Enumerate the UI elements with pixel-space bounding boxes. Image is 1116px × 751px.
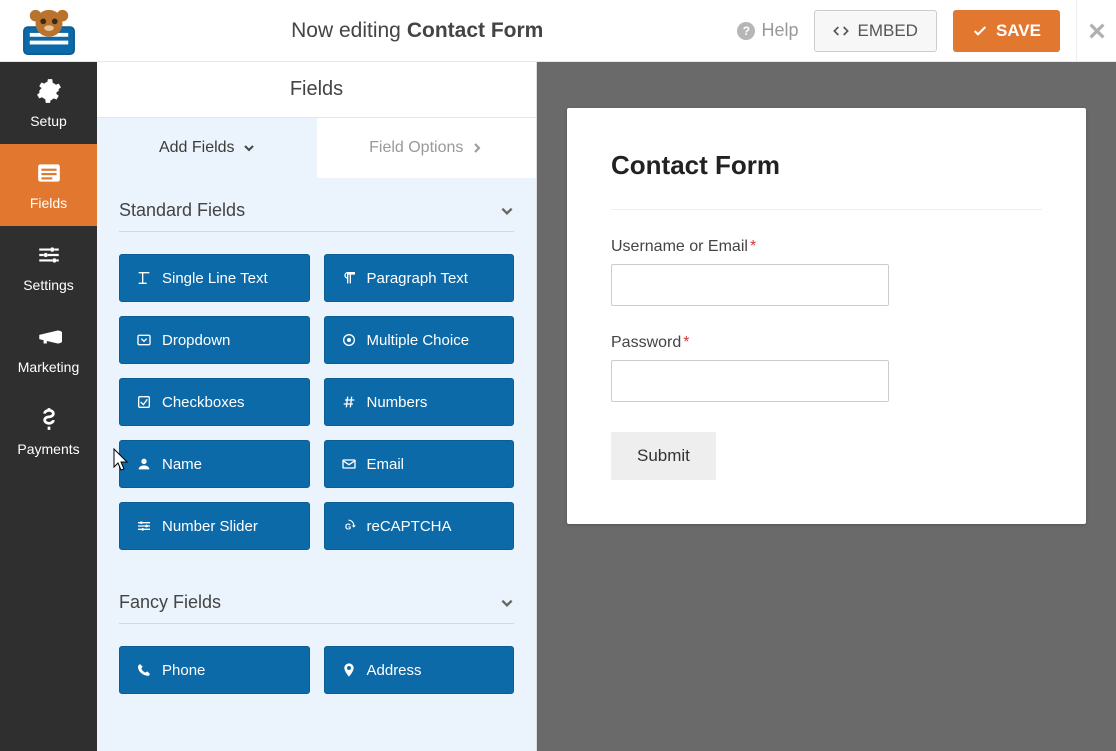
close-button[interactable] bbox=[1076, 0, 1116, 62]
form-field-password[interactable]: Password * bbox=[611, 334, 1042, 402]
field-label: Single Line Text bbox=[162, 270, 268, 287]
field-label: Checkboxes bbox=[162, 394, 245, 411]
field-label-row: Password * bbox=[611, 334, 1042, 352]
field-numbers[interactable]: Numbers bbox=[324, 378, 515, 426]
text-cursor-icon bbox=[136, 270, 152, 286]
field-label: Paragraph Text bbox=[367, 270, 468, 287]
tab-label: Field Options bbox=[369, 139, 463, 157]
field-dropdown[interactable]: Dropdown bbox=[119, 316, 310, 364]
field-label-text: Username or Email bbox=[611, 238, 748, 256]
sliders-h-icon bbox=[136, 518, 152, 534]
save-button[interactable]: SAVE bbox=[953, 10, 1060, 52]
sidebar-label: Setup bbox=[30, 113, 67, 129]
editing-title: Now editing Contact Form bbox=[97, 19, 737, 43]
close-icon bbox=[1086, 20, 1108, 42]
divider bbox=[611, 209, 1042, 210]
field-checkboxes[interactable]: Checkboxes bbox=[119, 378, 310, 426]
field-label: Phone bbox=[162, 662, 205, 679]
sidebar-label: Settings bbox=[23, 277, 74, 293]
tab-field-options[interactable]: Field Options bbox=[317, 118, 537, 178]
gear-icon bbox=[36, 78, 62, 107]
list-icon bbox=[36, 160, 62, 189]
chevron-down-icon bbox=[500, 204, 514, 218]
user-icon bbox=[136, 456, 152, 472]
tab-add-fields[interactable]: Add Fields bbox=[97, 118, 317, 178]
password-input[interactable] bbox=[611, 360, 889, 402]
editing-formname: Contact Form bbox=[407, 19, 544, 43]
form-card[interactable]: Contact Form Username or Email * Passwor… bbox=[567, 108, 1086, 524]
sidebar-item-setup[interactable]: Setup bbox=[0, 62, 97, 144]
field-address[interactable]: Address bbox=[324, 646, 515, 694]
field-label: Address bbox=[367, 662, 422, 679]
help-icon: ? bbox=[737, 22, 755, 40]
field-recaptcha[interactable]: G reCAPTCHA bbox=[324, 502, 515, 550]
fields-scroll-area[interactable]: Standard Fields Single Line Text Paragra… bbox=[97, 178, 536, 751]
submit-button[interactable]: Submit bbox=[611, 432, 716, 480]
sidebar-label: Marketing bbox=[18, 359, 79, 375]
field-paragraph-text[interactable]: Paragraph Text bbox=[324, 254, 515, 302]
help-label: Help bbox=[761, 20, 798, 41]
field-multiple-choice[interactable]: Multiple Choice bbox=[324, 316, 515, 364]
radio-icon bbox=[341, 332, 357, 348]
caret-down-icon bbox=[136, 332, 152, 348]
save-label: SAVE bbox=[996, 21, 1041, 41]
required-asterisk: * bbox=[683, 334, 689, 352]
section-fancy-fields[interactable]: Fancy Fields bbox=[119, 570, 514, 624]
map-pin-icon bbox=[341, 662, 357, 678]
field-label-row: Username or Email * bbox=[611, 238, 1042, 256]
field-phone[interactable]: Phone bbox=[119, 646, 310, 694]
sidebar-item-payments[interactable]: Payments bbox=[0, 390, 97, 472]
sidebar-item-marketing[interactable]: Marketing bbox=[0, 308, 97, 390]
editing-prefix: Now editing bbox=[291, 19, 401, 43]
username-input[interactable] bbox=[611, 264, 889, 306]
chevron-down-icon bbox=[500, 596, 514, 610]
panel-title: Fields bbox=[97, 62, 536, 118]
builder-panel: Fields Add Fields Field Options Standard… bbox=[97, 62, 537, 751]
paragraph-icon bbox=[341, 270, 357, 286]
field-label: reCAPTCHA bbox=[367, 518, 452, 535]
svg-text:G: G bbox=[345, 522, 351, 531]
field-name[interactable]: Name bbox=[119, 440, 310, 488]
dollar-icon bbox=[36, 406, 62, 435]
code-icon bbox=[833, 23, 849, 39]
section-label: Standard Fields bbox=[119, 200, 245, 221]
chevron-down-icon bbox=[243, 142, 255, 154]
checkbox-icon bbox=[136, 394, 152, 410]
help-link[interactable]: ? Help bbox=[737, 20, 798, 41]
wpforms-logo bbox=[0, 6, 97, 56]
field-label: Number Slider bbox=[162, 518, 258, 535]
hash-icon bbox=[341, 394, 357, 410]
field-number-slider[interactable]: Number Slider bbox=[119, 502, 310, 550]
sidebar-item-fields[interactable]: Fields bbox=[0, 144, 97, 226]
sidebar-label: Fields bbox=[30, 195, 67, 211]
field-label: Multiple Choice bbox=[367, 332, 470, 349]
embed-button[interactable]: EMBED bbox=[814, 10, 936, 52]
form-preview-area: Contact Form Username or Email * Passwor… bbox=[537, 62, 1116, 751]
phone-icon bbox=[136, 662, 152, 678]
envelope-icon bbox=[341, 456, 357, 472]
check-icon bbox=[972, 23, 988, 39]
field-label: Numbers bbox=[367, 394, 428, 411]
recaptcha-icon: G bbox=[341, 518, 357, 534]
form-field-username[interactable]: Username or Email * bbox=[611, 238, 1042, 306]
chevron-right-icon bbox=[471, 142, 483, 154]
field-single-line-text[interactable]: Single Line Text bbox=[119, 254, 310, 302]
section-label: Fancy Fields bbox=[119, 592, 221, 613]
main-sidebar: Setup Fields Settings Marketing bbox=[0, 62, 97, 751]
required-asterisk: * bbox=[750, 238, 756, 256]
field-label: Dropdown bbox=[162, 332, 230, 349]
section-standard-fields[interactable]: Standard Fields bbox=[119, 178, 514, 232]
bullhorn-icon bbox=[36, 324, 62, 353]
sidebar-item-settings[interactable]: Settings bbox=[0, 226, 97, 308]
tab-label: Add Fields bbox=[159, 139, 235, 157]
sliders-icon bbox=[36, 242, 62, 271]
sidebar-label: Payments bbox=[17, 441, 79, 457]
field-label: Name bbox=[162, 456, 202, 473]
field-email[interactable]: Email bbox=[324, 440, 515, 488]
form-title: Contact Form bbox=[611, 150, 1042, 181]
field-label-text: Password bbox=[611, 334, 681, 352]
field-label: Email bbox=[367, 456, 405, 473]
embed-label: EMBED bbox=[857, 21, 917, 41]
